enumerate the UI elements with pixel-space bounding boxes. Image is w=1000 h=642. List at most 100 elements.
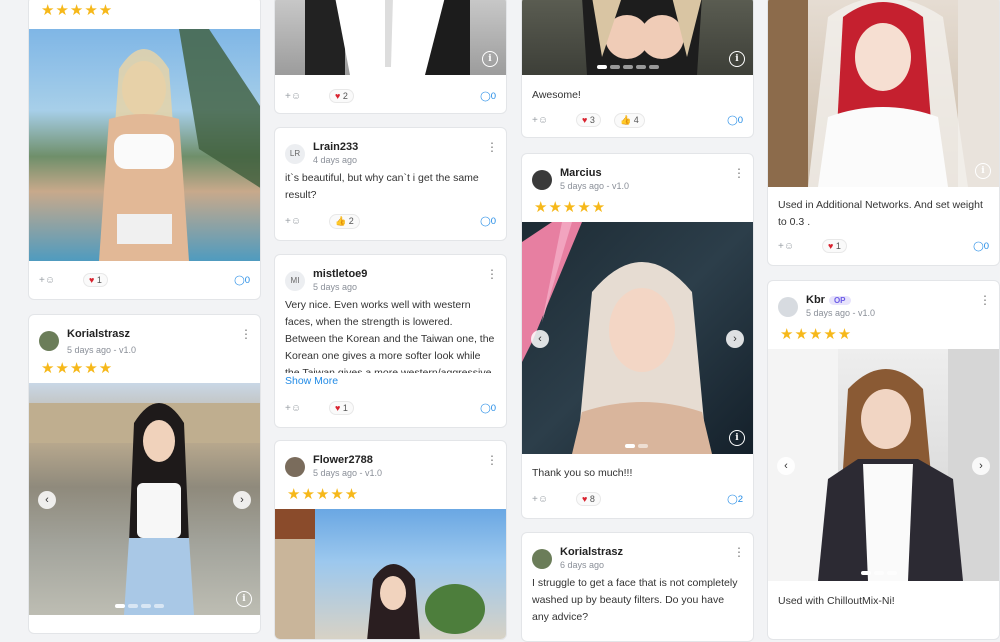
review-meta: 5 days ago xyxy=(313,282,358,292)
heart-reaction[interactable]: ♥ 3 xyxy=(576,113,601,127)
add-reaction-button[interactable]: +☺ xyxy=(532,494,548,505)
next-image-button[interactable]: › xyxy=(972,457,990,475)
add-reaction-button[interactable]: +☺ xyxy=(532,115,548,126)
username[interactable]: Flower2788 xyxy=(313,454,373,466)
star-rating: ★★★★★ xyxy=(41,360,114,377)
review-card: MI mistletoe9 5 days ago ⋮ Very nice. Ev… xyxy=(274,254,507,428)
image-pagination xyxy=(115,604,164,608)
thumbs-up-reaction[interactable]: 👍 2 xyxy=(329,214,360,229)
info-icon[interactable]: i xyxy=(729,51,745,67)
review-text: I struggle to get a face that is not com… xyxy=(532,577,738,623)
review-image[interactable]: ‹ › xyxy=(768,349,999,581)
review-image[interactable]: ‹ › i xyxy=(522,222,753,454)
review-image[interactable]: i xyxy=(275,0,506,75)
card-footer: +☺ ♥ 1 ◯0 xyxy=(778,239,989,255)
comment-count: 0 xyxy=(737,115,743,126)
next-image-button[interactable]: › xyxy=(726,330,744,348)
heart-reaction[interactable]: ♥ 1 xyxy=(83,273,108,287)
image-figure xyxy=(275,509,485,639)
comments-button[interactable]: ◯0 xyxy=(727,115,743,126)
review-image[interactable] xyxy=(29,29,260,261)
card-footer: +☺ ♥ 1 ◯0 xyxy=(39,273,250,289)
prev-image-button[interactable]: ‹ xyxy=(38,491,56,509)
reaction-count: 1 xyxy=(96,275,102,285)
heart-icon: ♥ xyxy=(582,115,588,125)
avatar[interactable]: LR xyxy=(285,144,305,164)
reaction-count: 2 xyxy=(342,91,348,101)
comments-button[interactable]: ◯0 xyxy=(480,216,496,227)
avatar[interactable] xyxy=(285,457,305,477)
review-meta: 5 days ago - v1.0 xyxy=(67,345,137,355)
info-icon[interactable]: i xyxy=(975,163,991,179)
comment-count: 0 xyxy=(490,91,496,102)
prev-image-button[interactable]: ‹ xyxy=(531,330,549,348)
card-footer: +☺ ♥ 3 👍 4 ◯0 xyxy=(532,113,743,129)
comments-button[interactable]: ◯0 xyxy=(480,91,496,102)
avatar[interactable] xyxy=(39,331,59,351)
heart-icon: ♥ xyxy=(582,494,588,504)
review-image[interactable]: ‹ › i xyxy=(29,383,260,615)
username[interactable]: mistletoe9 xyxy=(313,268,367,280)
comment-count: 2 xyxy=(737,494,743,505)
heart-reaction[interactable]: ♥ 1 xyxy=(329,401,354,415)
info-icon[interactable]: i xyxy=(729,430,745,446)
review-image[interactable] xyxy=(275,509,506,639)
username-text: Kbr xyxy=(806,294,825,306)
review-card: Korialstrasz 5 days ago - v1.0 ⋮ ★★★★★ ‹… xyxy=(28,314,261,634)
review-image[interactable]: i xyxy=(522,0,753,75)
image-figure xyxy=(522,222,712,454)
heart-reaction[interactable]: ♥ 8 xyxy=(576,492,601,506)
comment-icon: ◯ xyxy=(727,494,738,505)
heart-reaction[interactable]: ♥ 1 xyxy=(822,239,847,253)
add-reaction-button[interactable]: +☺ xyxy=(285,91,301,102)
menu-icon[interactable]: ⋮ xyxy=(979,293,991,307)
next-image-button[interactable]: › xyxy=(233,491,251,509)
star-rating: ★★★★★ xyxy=(41,2,114,19)
avatar[interactable]: MI xyxy=(285,271,305,291)
add-reaction-button[interactable]: +☺ xyxy=(285,403,301,414)
image-pagination xyxy=(597,65,659,69)
comments-button[interactable]: ◯2 xyxy=(727,494,743,505)
avatar[interactable] xyxy=(778,297,798,317)
reaction-count: 3 xyxy=(589,115,595,125)
comments-button[interactable]: ◯0 xyxy=(234,275,250,286)
info-icon[interactable]: i xyxy=(482,51,498,67)
comments-button[interactable]: ◯0 xyxy=(973,241,989,252)
heart-icon: ♥ xyxy=(335,403,341,413)
heart-reaction[interactable]: ♥ 2 xyxy=(329,89,354,103)
menu-icon[interactable]: ⋮ xyxy=(733,166,745,180)
add-reaction-button[interactable]: +☺ xyxy=(778,241,794,252)
card-footer: +☺ 👍 2 ◯0 xyxy=(285,214,496,230)
image-figure xyxy=(582,0,702,75)
review-text: Used in Additional Networks. And set wei… xyxy=(778,199,983,228)
review-card: Kbr OP 5 days ago - v1.0 ⋮ ★★★★★ ‹ › Used… xyxy=(767,280,1000,640)
username[interactable]: Marcius xyxy=(560,167,602,179)
add-reaction-button[interactable]: +☺ xyxy=(285,216,301,227)
review-card: Flower2788 5 days ago - v1.0 ⋮ ★★★★★ xyxy=(274,440,507,640)
add-reaction-button[interactable]: +☺ xyxy=(39,275,55,286)
show-more-link[interactable]: Show More xyxy=(285,375,338,387)
comment-icon: ◯ xyxy=(480,403,491,414)
username[interactable]: Korialstrasz xyxy=(67,328,130,340)
comments-button[interactable]: ◯0 xyxy=(480,403,496,414)
review-card: ★★★★★ +☺ ♥ 1 ◯0 xyxy=(28,0,261,300)
menu-icon[interactable]: ⋮ xyxy=(733,545,745,559)
reaction-count: 1 xyxy=(835,241,841,251)
username[interactable]: Lrain233 xyxy=(313,141,358,153)
card-footer: +☺ ♥ 2 ◯0 xyxy=(285,89,496,105)
username[interactable]: Kbr OP xyxy=(806,294,851,306)
username[interactable]: Korialstrasz xyxy=(560,546,623,558)
menu-icon[interactable]: ⋮ xyxy=(486,140,498,154)
avatar[interactable] xyxy=(532,549,552,569)
review-image[interactable]: i xyxy=(768,0,999,187)
prev-image-button[interactable]: ‹ xyxy=(777,457,795,475)
avatar[interactable] xyxy=(532,170,552,190)
thumbs-up-icon: 👍 xyxy=(620,115,632,125)
image-figure xyxy=(768,0,999,187)
menu-icon[interactable]: ⋮ xyxy=(240,327,252,341)
menu-icon[interactable]: ⋮ xyxy=(486,267,498,281)
info-icon[interactable]: i xyxy=(236,591,252,607)
thumbs-up-reaction[interactable]: 👍 4 xyxy=(614,113,645,128)
menu-icon[interactable]: ⋮ xyxy=(486,453,498,467)
review-meta: 4 days ago xyxy=(313,155,358,165)
